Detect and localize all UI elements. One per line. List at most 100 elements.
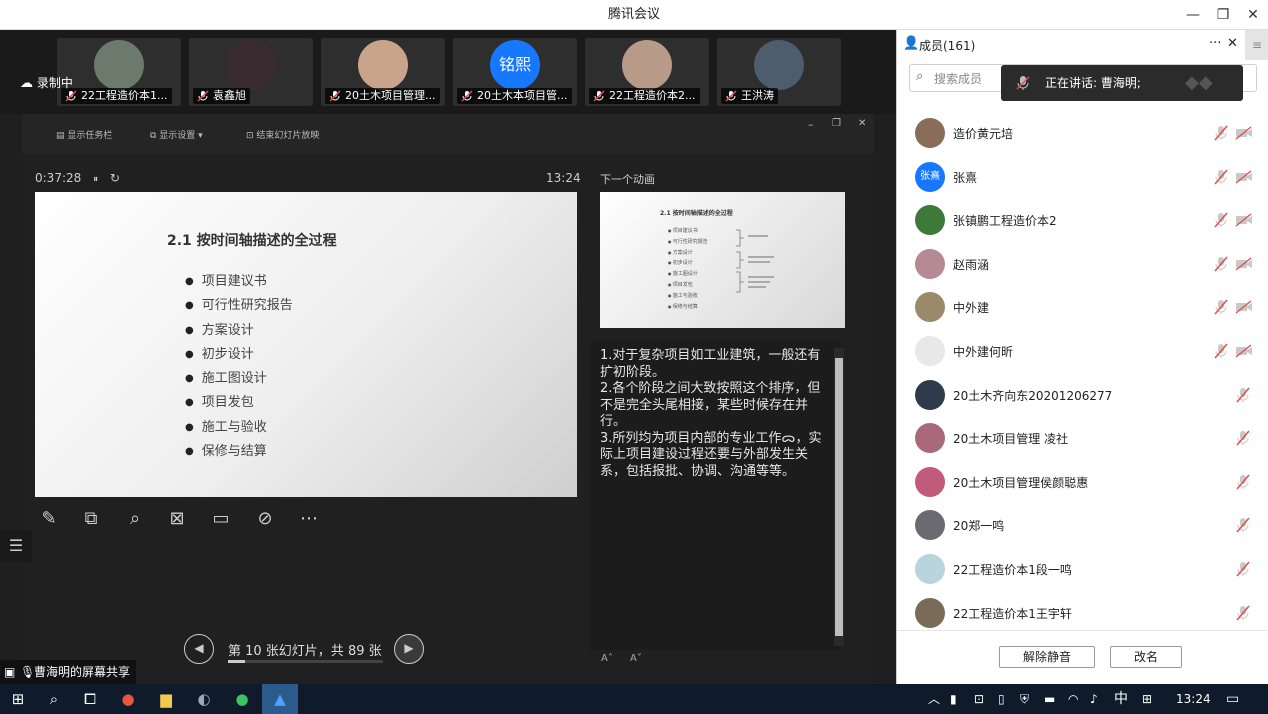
file-explorer-icon[interactable]: ▆ xyxy=(148,684,184,714)
member-row[interactable]: 赵雨涵 xyxy=(897,243,1268,287)
decrease-font-button[interactable]: A˅ xyxy=(630,653,642,664)
member-row[interactable]: 张熹 张熹 xyxy=(897,156,1268,200)
more-options-icon[interactable]: ⋯ xyxy=(295,505,323,533)
member-name: 赵雨涵 xyxy=(953,257,990,272)
recording-indicator: ☁ 录制中 xyxy=(20,74,73,91)
ppt-restore-button[interactable]: ❐ xyxy=(832,118,841,129)
member-muted-mic-icon[interactable] xyxy=(1213,343,1229,359)
tray-chevron-icon[interactable]: ︿ xyxy=(928,684,940,714)
member-name: 20土木项目管理 凌社 xyxy=(953,432,1069,447)
member-muted-mic-icon[interactable] xyxy=(1235,474,1251,490)
member-row[interactable]: 中外建何昕 xyxy=(897,330,1268,374)
member-muted-mic-icon[interactable] xyxy=(1235,387,1251,403)
member-row[interactable]: 20土木齐向东20201206277 xyxy=(897,374,1268,418)
participant-name: 袁鑫旭 xyxy=(213,89,246,102)
previous-slide-button[interactable]: ◀ xyxy=(184,634,214,664)
member-muted-mic-icon[interactable] xyxy=(1213,125,1229,141)
ppt-close-button[interactable]: ✕ xyxy=(858,118,866,129)
participant-name-label: 20土木本项目管... xyxy=(457,88,572,104)
member-row[interactable]: 20土木项目管理 凌社 xyxy=(897,417,1268,461)
next-slide-button[interactable]: ▶ xyxy=(394,634,424,664)
pen-icon[interactable]: ✎ xyxy=(35,505,63,533)
preview-title: 2.1 按时间轴描述的全过程 xyxy=(660,210,733,217)
video-tile[interactable]: 王洪涛 xyxy=(717,38,841,106)
notes-scrollbar[interactable] xyxy=(834,348,844,646)
notes-scroll-thumb[interactable] xyxy=(835,358,843,636)
tray-network-icon[interactable]: ▬ xyxy=(1044,684,1055,714)
increase-font-button[interactable]: A˄ xyxy=(601,653,613,664)
tray-shield-icon[interactable]: ⛨ xyxy=(1020,684,1029,714)
current-slide: 2.1 按时间轴描述的全过程 项目建议书 可行性研究报告 方案设计 初步设计 施… xyxy=(35,192,577,497)
app-icon[interactable]: ◐ xyxy=(186,684,222,714)
zoom-icon[interactable]: ⌕ xyxy=(121,505,149,533)
tray-wifi-icon[interactable]: ◠ xyxy=(1068,684,1078,714)
share-label-text: 曹海明的屏幕共享 xyxy=(34,665,131,679)
tray-battery-icon[interactable]: ▯ xyxy=(998,684,1005,714)
member-camera-off-icon[interactable] xyxy=(1235,126,1253,140)
wechat-icon[interactable]: ● xyxy=(224,684,260,714)
member-row[interactable]: 中外建 xyxy=(897,286,1268,330)
member-camera-off-icon[interactable] xyxy=(1235,170,1253,184)
reset-icon[interactable]: ↻ xyxy=(110,171,120,185)
video-tile[interactable]: 22工程造价本2... xyxy=(585,38,709,106)
members-more-button[interactable]: ··· xyxy=(1209,36,1221,51)
camera-off-icon[interactable]: ⊘ xyxy=(251,505,279,533)
rename-button[interactable]: 改名 xyxy=(1110,646,1182,668)
ppt-minimize-button[interactable]: – xyxy=(808,118,814,131)
member-camera-off-icon[interactable] xyxy=(1235,300,1253,314)
slides-grid-icon[interactable]: ⧉ xyxy=(77,505,105,533)
member-row[interactable]: 张镇鹏工程造价本2 xyxy=(897,199,1268,243)
muted-mic-icon xyxy=(65,90,77,102)
member-muted-mic-icon[interactable] xyxy=(1235,430,1251,446)
mic-icon: 🎙 xyxy=(20,665,36,679)
member-muted-mic-icon[interactable] xyxy=(1213,256,1229,272)
member-muted-mic-icon[interactable] xyxy=(1235,561,1251,577)
task-view-icon[interactable]: ⧠ xyxy=(72,684,108,714)
minimize-button[interactable]: — xyxy=(1178,0,1208,30)
video-tile[interactable]: 袁鑫旭 xyxy=(189,38,313,106)
members-close-button[interactable]: ✕ xyxy=(1227,36,1238,51)
tray-volume-icon[interactable]: ♪ xyxy=(1090,684,1098,714)
tray-app-icon[interactable]: ⊡ xyxy=(974,684,984,714)
member-row[interactable]: 20郑一鸣 xyxy=(897,504,1268,548)
taskbar-clock[interactable]: 13:24 xyxy=(1176,684,1211,714)
ime-indicator[interactable]: 中 xyxy=(1114,684,1128,714)
slide-progress-bar xyxy=(228,660,383,663)
subtitles-icon[interactable]: ▭ xyxy=(207,505,235,533)
windows-start-icon[interactable]: ⊞ xyxy=(0,684,36,714)
slide-bullet: 初步设计 xyxy=(185,343,293,367)
member-camera-off-icon[interactable] xyxy=(1235,213,1253,227)
member-muted-mic-icon[interactable] xyxy=(1213,169,1229,185)
member-row[interactable]: 22工程造价本1段一鸣 xyxy=(897,548,1268,592)
member-camera-off-icon[interactable] xyxy=(1235,257,1253,271)
toc-list-icon[interactable]: ☰ xyxy=(0,530,32,562)
blackout-screen-icon[interactable]: ⊠ xyxy=(163,505,191,533)
location-app-icon[interactable]: ● xyxy=(110,684,146,714)
search-icon[interactable]: ⌕ xyxy=(36,684,72,714)
video-tile[interactable]: 铭熙 20土木本项目管... xyxy=(453,38,577,106)
speaker-notes[interactable]: 1.对于复杂项目如工业建筑，一般还有扩初阶段。 2.各个阶段之间大致按照这个排序… xyxy=(590,340,840,650)
unmute-all-button[interactable]: 解除静音 xyxy=(999,646,1095,668)
pause-icon[interactable]: ⏸ xyxy=(93,174,98,185)
notification-icon[interactable]: ▭ xyxy=(1226,684,1239,714)
show-taskbar-button[interactable]: ▤ 显示任务栏 xyxy=(56,128,112,141)
member-muted-mic-icon[interactable] xyxy=(1213,212,1229,228)
display-settings-button[interactable]: ⧉ 显示设置 ▾ xyxy=(150,128,203,141)
member-row[interactable]: 20土木项目管理侯颜聪惠 xyxy=(897,461,1268,505)
tencent-meeting-taskbar-icon[interactable]: ▲ xyxy=(262,684,298,714)
member-muted-mic-icon[interactable] xyxy=(1235,605,1251,621)
member-camera-off-icon[interactable] xyxy=(1235,344,1253,358)
restore-button[interactable]: ❐ xyxy=(1208,0,1238,30)
member-row[interactable]: 造价黄元培 xyxy=(897,112,1268,156)
member-muted-mic-icon[interactable] xyxy=(1235,517,1251,533)
video-tile[interactable]: 20土木项目管理... xyxy=(321,38,445,106)
ime-mode-icon[interactable]: ⊞ xyxy=(1142,684,1152,714)
panel-menu-icon[interactable]: ≡ xyxy=(1245,30,1268,60)
member-row[interactable]: 22工程造价本1王宇轩 xyxy=(897,592,1268,636)
video-tile[interactable]: 22工程造价本1... xyxy=(57,38,181,106)
slide-bullet: 施工与验收 xyxy=(185,416,293,440)
close-button[interactable]: ✕ xyxy=(1238,0,1268,30)
member-muted-mic-icon[interactable] xyxy=(1213,299,1229,315)
end-slideshow-button[interactable]: ⊡ 结束幻灯片放映 xyxy=(246,128,319,141)
tray-mic-icon[interactable]: ▮ xyxy=(950,684,957,714)
